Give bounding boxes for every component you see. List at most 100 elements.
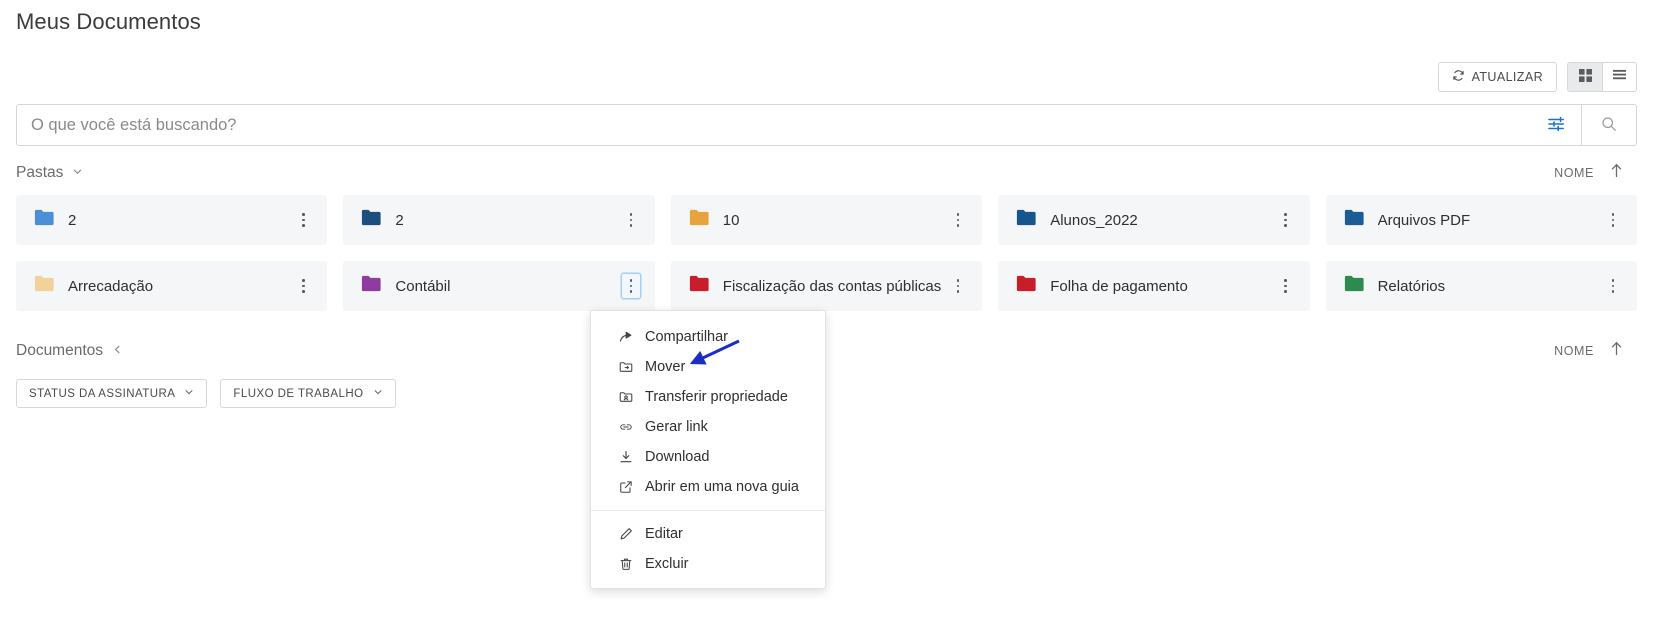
documents-section-title: Documentos [16, 342, 103, 360]
folders-section-title: Pastas [16, 164, 63, 182]
folder-icon [34, 275, 54, 297]
folders-sort-label: NOME [1554, 166, 1594, 180]
documents-sort-label: NOME [1554, 344, 1594, 358]
context-menu-item[interactable]: Editar [591, 519, 825, 549]
folder-icon [689, 275, 709, 297]
folder-card[interactable]: Fiscalização das contas públicas [671, 261, 982, 311]
list-view-button[interactable] [1602, 63, 1636, 91]
search-filter-button[interactable] [1545, 115, 1567, 136]
kebab-menu-icon[interactable] [1276, 207, 1296, 233]
pencil-icon [618, 527, 633, 541]
refresh-label: ATUALIZAR [1472, 70, 1543, 84]
search-icon [1601, 116, 1617, 135]
folder-card[interactable]: 2 [343, 195, 654, 245]
folder-icon [1344, 275, 1364, 297]
link-icon [618, 420, 633, 434]
context-menu-item[interactable]: Mover [591, 352, 825, 382]
filter-chip[interactable]: STATUS DA ASSINATURA [16, 379, 207, 408]
grid-view-icon [1579, 69, 1592, 85]
chevron-down-icon [184, 387, 194, 400]
page-title: Meus Documentos [16, 0, 1637, 35]
folder-icon [689, 209, 709, 231]
documents-collapse-toggle[interactable]: Documentos [16, 342, 123, 360]
context-menu-item[interactable]: Abrir em uma nova guia [591, 472, 825, 502]
share-icon [618, 330, 633, 344]
context-menu-separator [591, 510, 825, 511]
context-menu-item[interactable]: Download [591, 442, 825, 472]
folder-name: 10 [723, 212, 948, 229]
folder-card[interactable]: Relatórios [1326, 261, 1637, 311]
list-view-icon [1613, 69, 1626, 85]
folder-name: Contábil [395, 278, 620, 295]
folders-grid: 2 2 10 Alunos_2022 Arquivos PDF Arrecadação Co… [16, 195, 1637, 311]
filter-chip[interactable]: FLUXO DE TRABALHO [220, 379, 395, 408]
arrow-up-icon [1610, 163, 1623, 183]
folder-icon [361, 275, 381, 297]
folders-sort-control[interactable]: NOME [1554, 163, 1637, 183]
folder-name: Fiscalização das contas públicas [723, 278, 948, 295]
context-menu-item-label: Editar [645, 526, 683, 542]
view-toggle-group [1567, 62, 1637, 92]
folder-card[interactable]: 10 [671, 195, 982, 245]
chevron-left-icon [112, 342, 123, 360]
trash-icon [618, 557, 633, 571]
kebab-menu-icon[interactable] [948, 273, 968, 299]
sliders-filter-icon [1547, 115, 1565, 136]
filter-chip-label: FLUXO DE TRABALHO [233, 388, 363, 400]
chevron-down-icon [373, 387, 383, 400]
context-menu-item[interactable]: Transferir propriedade [591, 382, 825, 412]
search-input[interactable] [31, 116, 1545, 135]
folder-icon [1016, 209, 1036, 231]
context-menu-item-label: Excluir [645, 556, 689, 572]
folder-card[interactable]: Alunos_2022 [998, 195, 1309, 245]
folder-context-menu: Compartilhar Mover Transferir propriedade G… [590, 310, 826, 589]
grid-view-button[interactable] [1568, 63, 1602, 91]
context-menu-item-label: Download [645, 449, 710, 465]
folder-icon [1344, 209, 1364, 231]
folder-card[interactable]: 2 [16, 195, 327, 245]
toolbar: ATUALIZAR [16, 62, 1637, 92]
documents-section-header: Documentos NOME [16, 339, 1637, 363]
search-box [16, 104, 1581, 146]
refresh-button[interactable]: ATUALIZAR [1438, 62, 1557, 92]
folder-move-icon [618, 360, 633, 374]
documents-filter-chips: STATUS DA ASSINATURA FLUXO DE TRABALHO [16, 379, 1637, 408]
folder-card[interactable]: Contábil [343, 261, 654, 311]
folder-name: 2 [68, 212, 293, 229]
folders-section-header: Pastas NOME [16, 161, 1637, 185]
context-menu-item-label: Abrir em uma nova guia [645, 479, 799, 495]
context-menu-item[interactable]: Excluir [591, 549, 825, 579]
folder-icon [34, 209, 54, 231]
folder-name: Arrecadação [68, 278, 293, 295]
folder-name: Folha de pagamento [1050, 278, 1275, 295]
folder-card[interactable]: Arrecadação [16, 261, 327, 311]
kebab-menu-icon[interactable] [1276, 273, 1296, 299]
context-menu-item[interactable]: Compartilhar [591, 322, 825, 352]
folder-user-icon [618, 390, 633, 404]
page-root: Meus Documentos ATUALIZAR [0, 0, 1653, 624]
folder-name: 2 [395, 212, 620, 229]
kebab-menu-icon[interactable] [948, 207, 968, 233]
filter-chip-label: STATUS DA ASSINATURA [29, 388, 175, 400]
kebab-menu-icon[interactable] [1603, 273, 1623, 299]
folders-collapse-toggle[interactable]: Pastas [16, 164, 83, 182]
context-menu-item-label: Mover [645, 359, 685, 375]
context-menu-item-label: Transferir propriedade [645, 389, 788, 405]
folder-name: Alunos_2022 [1050, 212, 1275, 229]
download-icon [618, 450, 633, 464]
kebab-menu-icon[interactable] [293, 207, 313, 233]
context-menu-item-label: Gerar link [645, 419, 708, 435]
kebab-menu-icon[interactable] [293, 273, 313, 299]
kebab-menu-icon[interactable] [621, 207, 641, 233]
documents-sort-control[interactable]: NOME [1554, 341, 1637, 361]
folder-icon [1016, 275, 1036, 297]
search-submit-button[interactable] [1581, 104, 1637, 146]
kebab-menu-icon[interactable] [1603, 207, 1623, 233]
kebab-menu-icon[interactable] [621, 273, 641, 299]
context-menu-item-label: Compartilhar [645, 329, 728, 345]
folder-name: Arquivos PDF [1378, 212, 1603, 229]
folder-icon [361, 209, 381, 231]
folder-card[interactable]: Arquivos PDF [1326, 195, 1637, 245]
context-menu-item[interactable]: Gerar link [591, 412, 825, 442]
folder-card[interactable]: Folha de pagamento [998, 261, 1309, 311]
